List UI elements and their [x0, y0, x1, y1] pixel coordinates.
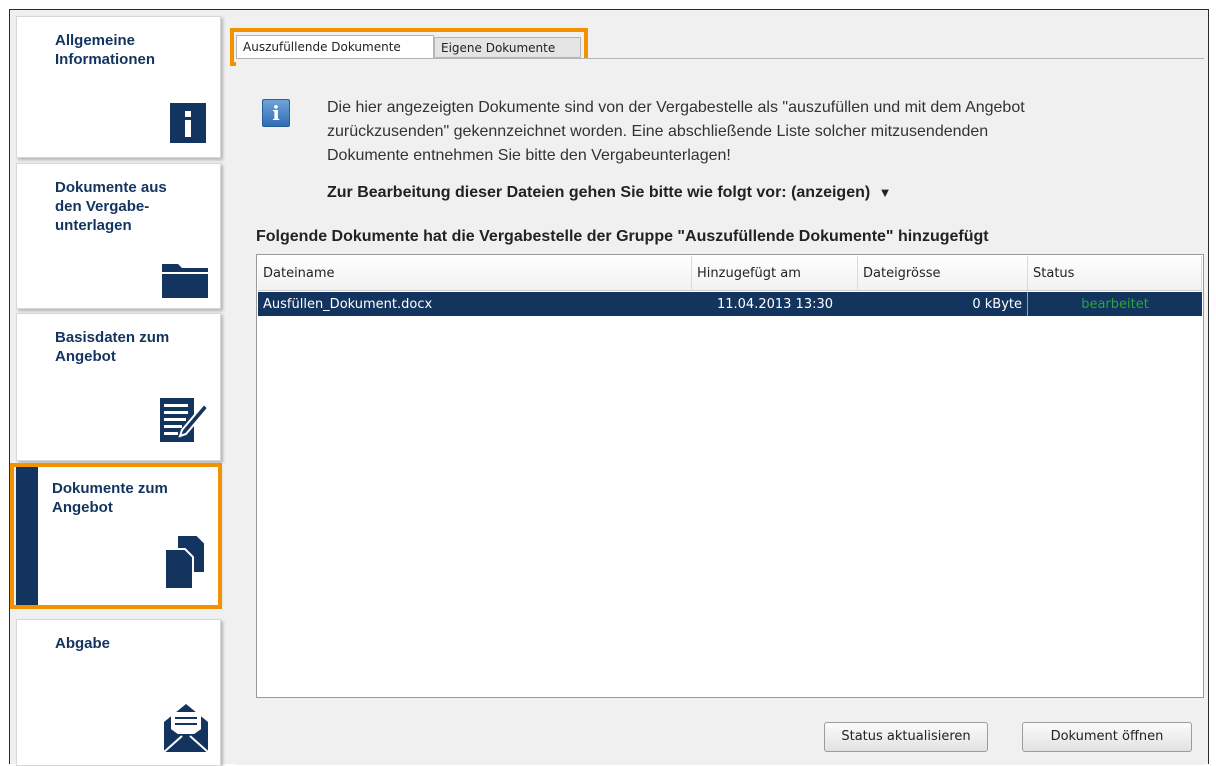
- label-line: den Vergabe-: [55, 198, 150, 215]
- column-header-hinzugefuegt[interactable]: Hinzugefügt am: [692, 256, 858, 290]
- cell-filename: Ausfüllen_Dokument.docx: [263, 296, 433, 312]
- sidebar-item-label: Dokumente aus den Vergabe- unterlagen: [55, 178, 215, 235]
- cell-date: 11.04.2013 13:30: [716, 296, 834, 312]
- open-document-button[interactable]: Dokument öffnen: [1022, 722, 1192, 752]
- section-heading: Folgende Dokumente hat die Vergabestelle…: [256, 228, 989, 245]
- label-line: Dokumente zum: [52, 480, 168, 497]
- sidebar-item-abgabe[interactable]: Abgabe: [16, 619, 221, 766]
- sidebar-item-label: Basisdaten zum Angebot: [55, 328, 215, 366]
- sidebar-item-label: Abgabe: [55, 634, 215, 653]
- folder-icon: [160, 260, 210, 302]
- active-indicator: [16, 465, 38, 605]
- column-header-dateiname[interactable]: Dateiname: [258, 256, 692, 290]
- label-line: Angebot: [55, 348, 116, 365]
- edit-document-icon: [158, 394, 210, 450]
- main-content: Auszufüllende Dokumente Eigene Dokumente…: [228, 10, 1208, 765]
- app-window: Allgemeine Informationen Dokumente aus d…: [9, 9, 1209, 766]
- sidebar-item-label: Dokumente zum Angebot: [52, 479, 212, 517]
- chevron-down-icon: ▼: [878, 185, 892, 200]
- info-icon: [170, 103, 206, 147]
- info-line: Die hier angezeigten Dokumente sind von …: [327, 99, 1025, 116]
- envelope-icon: [162, 702, 210, 758]
- info-icon: i: [262, 99, 290, 127]
- sidebar: Allgemeine Informationen Dokumente aus d…: [10, 10, 222, 766]
- sidebar-item-vergabeunterlagen[interactable]: Dokumente aus den Vergabe- unterlagen: [16, 163, 221, 309]
- info-message: Die hier angezeigten Dokumente sind von …: [327, 96, 1197, 168]
- table-header: Dateiname Hinzugefügt am Dateigrösse Sta…: [258, 256, 1202, 291]
- sidebar-item-basisdaten[interactable]: Basisdaten zum Angebot: [16, 313, 221, 461]
- cell-status: bearbeitet: [1081, 296, 1149, 312]
- documents-icon: [163, 533, 207, 595]
- label-line: Abgabe: [55, 635, 111, 652]
- label-line: Basisdaten zum: [55, 329, 170, 346]
- tab-auszufuellende-dokumente[interactable]: Auszufüllende Dokumente: [236, 35, 434, 59]
- info-line: Dokumente entnehmen Sie bitte den Vergab…: [327, 147, 731, 164]
- refresh-status-button[interactable]: Status aktualisieren: [824, 722, 988, 752]
- label-line: Allgemeine: [55, 32, 136, 49]
- instructions-label: Zur Bearbeitung dieser Dateien gehen Sie…: [327, 184, 871, 201]
- sidebar-item-dokumente-zum-angebot[interactable]: Dokumente zum Angebot: [16, 465, 219, 605]
- label-line: Angebot: [52, 499, 113, 516]
- info-line: zurückzusenden" gekennzeichnet worden. E…: [327, 123, 989, 140]
- cell-size: 0 kByte: [858, 292, 1028, 316]
- label-line: Informationen: [55, 51, 155, 68]
- tab-eigene-dokumente[interactable]: Eigene Dokumente: [434, 37, 581, 58]
- column-header-status[interactable]: Status: [1028, 256, 1202, 290]
- sidebar-item-allgemeine-informationen[interactable]: Allgemeine Informationen: [16, 16, 221, 158]
- label-line: Dokumente aus: [55, 179, 167, 196]
- table-row[interactable]: Ausfüllen_Dokument.docx 11.04.2013 13:30…: [258, 292, 1202, 316]
- instructions-toggle[interactable]: Zur Bearbeitung dieser Dateien gehen Sie…: [327, 184, 892, 202]
- column-header-dateigroesse[interactable]: Dateigrösse: [858, 256, 1028, 290]
- documents-table: Dateiname Hinzugefügt am Dateigrösse Sta…: [256, 254, 1204, 698]
- label-line: unterlagen: [55, 217, 132, 234]
- sidebar-item-label: Allgemeine Informationen: [55, 31, 215, 69]
